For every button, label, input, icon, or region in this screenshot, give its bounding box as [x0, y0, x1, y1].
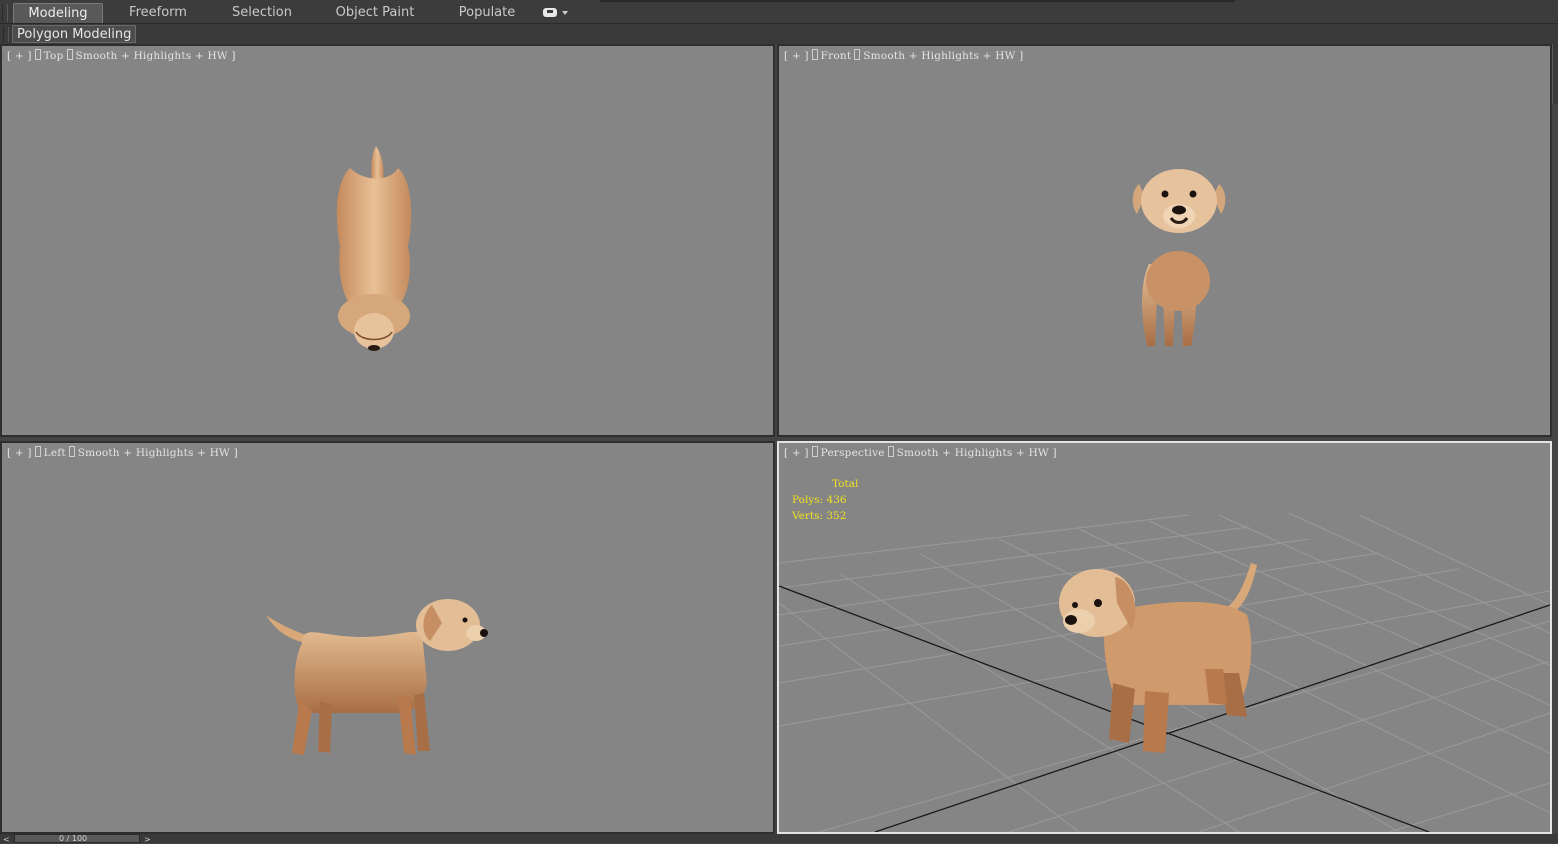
viewport-plus-menu[interactable]: [ + ]	[7, 447, 32, 459]
ribbon-panel-bar: Polygon Modeling	[0, 24, 1558, 44]
viewport-view-menu[interactable]: Left	[44, 447, 66, 459]
verts-count: 352	[826, 510, 847, 522]
stats-verts: Verts: 352	[792, 510, 847, 522]
viewport-shading-menu[interactable]: Smooth + Highlights + HW ]	[897, 447, 1057, 459]
time-slider[interactable]: 0 / 100	[14, 834, 140, 843]
top-view-dog-model	[336, 146, 412, 351]
label-separator-icon	[887, 446, 894, 457]
viewport-label-front[interactable]: [ + ] Front Smooth + Highlights + HW ]	[784, 49, 1023, 62]
label-separator-icon	[34, 49, 41, 60]
viewport-shading-menu[interactable]: Smooth + Highlights + HW ]	[76, 50, 236, 62]
ribbon-grip-handle[interactable]	[2, 4, 8, 22]
chevron-down-icon	[562, 11, 568, 15]
tab-object-paint[interactable]: Object Paint	[330, 3, 420, 23]
polys-count: 436	[826, 494, 847, 506]
stats-header: Total	[832, 478, 859, 490]
label-separator-icon	[811, 49, 818, 60]
ribbon-tab-bar: Modeling Freeform Selection Object Paint…	[0, 0, 1558, 24]
time-slider-bar: < 0 / 100 >	[0, 834, 1558, 844]
panel-grip-handle[interactable]	[3, 27, 9, 42]
viewport-label-left[interactable]: [ + ] Left Smooth + Highlights + HW ]	[7, 446, 238, 459]
viewport-top[interactable]: [ + ] Top Smooth + Highlights + HW ]	[0, 44, 775, 437]
viewport-view-menu[interactable]: Front	[821, 50, 852, 62]
scene-statistics: Total Polys: 436 Verts: 352	[792, 476, 858, 524]
viewport-label-perspective[interactable]: [ + ] Perspective Smooth + Highlights + HW…	[784, 446, 1057, 459]
polygon-modeling-panel-label[interactable]: Polygon Modeling	[12, 25, 137, 43]
tab-selection[interactable]: Selection	[222, 3, 302, 23]
label-separator-icon	[811, 446, 818, 457]
perspective-view-scene	[779, 512, 1550, 832]
tab-populate[interactable]: Populate	[450, 3, 524, 23]
time-slider-label: 0 / 100	[59, 834, 88, 843]
viewport-shading-menu[interactable]: Smooth + Highlights + HW ]	[863, 50, 1023, 62]
label-separator-icon	[68, 446, 75, 457]
command-panel-edge[interactable]	[1552, 44, 1558, 104]
viewport-front[interactable]: [ + ] Front Smooth + Highlights + HW ]	[777, 44, 1552, 437]
viewport-shading-menu[interactable]: Smooth + Highlights + HW ]	[78, 447, 238, 459]
label-separator-icon	[854, 49, 861, 60]
stats-polys: Polys: 436	[792, 494, 847, 506]
viewport-left[interactable]: [ + ] Left Smooth + Highlights + HW ]	[0, 441, 775, 834]
viewport-label-top[interactable]: [ + ] Top Smooth + Highlights + HW ]	[7, 49, 236, 62]
viewport-plus-menu[interactable]: [ + ]	[7, 50, 32, 62]
tab-freeform[interactable]: Freeform	[118, 3, 198, 23]
label-separator-icon	[66, 49, 73, 60]
viewport-plus-menu[interactable]: [ + ]	[784, 447, 809, 459]
front-view-dog-model	[1132, 169, 1226, 346]
label-separator-icon	[34, 446, 41, 457]
viewport-perspective[interactable]: [ + ] Perspective Smooth + Highlights + HW…	[777, 441, 1552, 834]
ribbon-toggle-icon	[543, 8, 557, 17]
viewport-view-menu[interactable]: Top	[44, 50, 64, 62]
ribbon-top-divider	[600, 0, 1235, 2]
viewport-view-menu[interactable]: Perspective	[821, 447, 885, 459]
viewport-plus-menu[interactable]: [ + ]	[784, 50, 809, 62]
left-view-dog-model	[266, 599, 488, 755]
ribbon-options-icon[interactable]	[543, 7, 569, 19]
tab-modeling[interactable]: Modeling	[13, 3, 103, 23]
